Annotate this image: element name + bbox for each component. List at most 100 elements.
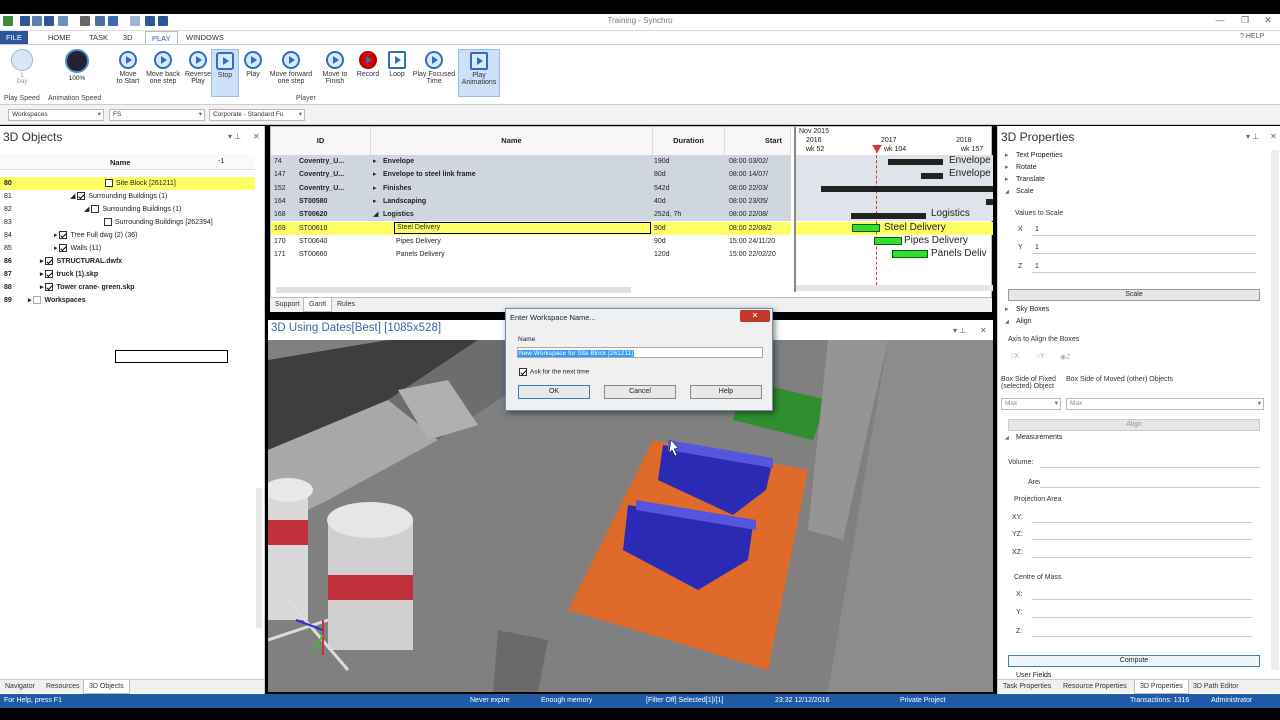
- start-column-header[interactable]: Start: [725, 127, 791, 155]
- cancel-button[interactable]: Cancel: [604, 385, 676, 399]
- steel-delivery-bar[interactable]: [852, 224, 880, 232]
- profile-combo[interactable]: Corporate - Standard Fu: [209, 109, 305, 121]
- logistics-bar[interactable]: [851, 213, 926, 219]
- tab-task[interactable]: TASK: [83, 31, 114, 44]
- id-column-header[interactable]: ID: [271, 127, 371, 155]
- workspace-name-input[interactable]: New Workspace for Site Block [261211]: [517, 347, 763, 358]
- tab-navigator[interactable]: Navigator: [0, 680, 40, 694]
- pin-icon[interactable]: ▾ ⊥: [228, 132, 241, 141]
- objects-scrollbar[interactable]: [256, 488, 262, 628]
- tab-home[interactable]: HOME: [42, 31, 77, 44]
- section-text-properties[interactable]: Text Properties: [1005, 150, 1063, 162]
- workspaces-combo[interactable]: Workspaces: [8, 109, 104, 121]
- checkbox[interactable]: [59, 244, 68, 253]
- checkbox[interactable]: [104, 218, 112, 227]
- restore-button[interactable]: ❐: [1237, 15, 1253, 29]
- tab-3d[interactable]: 3D: [117, 31, 139, 44]
- section-rotate[interactable]: Rotate: [1005, 162, 1036, 174]
- table-row[interactable]: 171 ST00660 Panels Delivery 120d 15:00 22/02…: [271, 248, 791, 261]
- fixed-side-select[interactable]: Max: [1001, 398, 1061, 410]
- envelope-link-bar[interactable]: [921, 173, 943, 179]
- tab-3d-objects[interactable]: 3D Objects: [83, 680, 130, 694]
- section-sky-boxes[interactable]: Sky Boxes: [1005, 304, 1049, 316]
- play-button[interactable]: Play: [240, 49, 266, 97]
- tab-task-properties[interactable]: Task Properties: [998, 680, 1056, 694]
- ask-next-time-checkbox[interactable]: [519, 368, 527, 376]
- tree-row[interactable]: 89 ▸ Workspaces: [0, 294, 255, 307]
- tab-resources[interactable]: Resources: [41, 680, 84, 694]
- finishes-bar[interactable]: [821, 186, 993, 192]
- compute-button[interactable]: Compute: [1008, 655, 1260, 667]
- move-to-start-button[interactable]: Move to Start: [110, 49, 146, 97]
- loop-button[interactable]: Loop: [384, 49, 410, 97]
- minimize-button[interactable]: —: [1212, 15, 1228, 29]
- table-row[interactable]: 147 Coventry_U... ▸ Envelope to steel link …: [271, 168, 791, 182]
- play-focused-time-button[interactable]: Play Focused Time: [411, 49, 457, 97]
- tree-row[interactable]: 86 ▸ STRUCTURAL.dwfx: [0, 255, 255, 268]
- tab-gantt[interactable]: Gantt: [303, 298, 333, 312]
- tab-support[interactable]: Support: [270, 298, 305, 312]
- envelope-bar[interactable]: [888, 159, 943, 165]
- table-row[interactable]: 74 Coventry_U... ▸ Envelope 190d 08:00 03/02/: [271, 155, 791, 169]
- checkbox[interactable]: [45, 283, 54, 292]
- pipes-delivery-bar[interactable]: [874, 237, 902, 245]
- tab-resource-properties[interactable]: Resource Properties: [1058, 680, 1132, 694]
- panels-delivery-bar[interactable]: [892, 250, 928, 258]
- name-column-header[interactable]: Name: [371, 127, 653, 155]
- section-translate[interactable]: Translate: [1005, 174, 1045, 186]
- tree-row[interactable]: 80 Site Block [261211]: [0, 177, 255, 190]
- tab-windows[interactable]: WINDOWS: [180, 31, 230, 44]
- section-scale[interactable]: Scale: [1005, 186, 1033, 198]
- tree-row[interactable]: 82 ◢ Surrounding Buildings (1): [0, 203, 255, 216]
- tree-row[interactable]: 83 Surrounding Buildings [262394]: [0, 216, 255, 229]
- checkbox[interactable]: [105, 179, 113, 188]
- tree-row[interactable]: 85 ▸ Walls (11): [0, 242, 255, 255]
- tree-row[interactable]: 84 ▸ Tree Full dwg (2) (36): [0, 229, 255, 242]
- section-align[interactable]: Align: [1005, 316, 1031, 328]
- properties-scrollbar[interactable]: [1271, 150, 1279, 670]
- move-to-finish-button[interactable]: Move to Finish: [317, 49, 353, 97]
- ok-button[interactable]: OK: [518, 385, 590, 399]
- section-measurements[interactable]: Measurements: [1005, 432, 1062, 444]
- tab-play[interactable]: PLAY: [145, 31, 178, 44]
- record-button[interactable]: Record: [352, 49, 384, 97]
- tab-3d-path-editor[interactable]: 3D Path Editor: [1188, 680, 1244, 694]
- checkbox[interactable]: [91, 205, 100, 214]
- scale-z-input[interactable]: 1: [1032, 261, 1256, 273]
- scale-x-input[interactable]: 1: [1032, 224, 1256, 236]
- tree-row[interactable]: 88 ▸ Tower crane- green.skp: [0, 281, 255, 294]
- play-animations-button[interactable]: Play Animations: [458, 49, 500, 97]
- move-back-step-button[interactable]: Move back one step: [143, 49, 183, 97]
- table-row[interactable]: 170 ST00640 Pipes Delivery 90d 15:00 24/11/2…: [271, 235, 791, 248]
- help-link[interactable]: ? HELP: [1240, 33, 1264, 40]
- checkbox[interactable]: [77, 192, 86, 201]
- move-forward-step-button[interactable]: Move forward one step: [267, 49, 315, 97]
- name-column-header[interactable]: Name: [110, 158, 130, 167]
- scale-button[interactable]: Scale: [1008, 289, 1260, 301]
- play-speed-control[interactable]: 1 Day: [6, 49, 38, 85]
- rename-edit-box[interactable]: [115, 350, 228, 363]
- tree-row[interactable]: 87 ▸ truck (1).skp: [0, 268, 255, 281]
- table-row[interactable]: 169 ST00610 Steel Delivery 90d 08:00 22/08/2: [271, 221, 791, 235]
- stop-button[interactable]: Stop: [211, 49, 239, 97]
- scale-y-input[interactable]: 1: [1032, 242, 1256, 254]
- filter-combo[interactable]: FS: [109, 109, 205, 121]
- checkbox[interactable]: [33, 296, 42, 305]
- landscaping-bar[interactable]: [986, 199, 993, 205]
- view-pin-icon[interactable]: ▾ ⊥: [953, 326, 966, 335]
- axis-x-radio[interactable]: ○X: [1010, 353, 1019, 360]
- tab-3d-properties[interactable]: 3D Properties: [1134, 680, 1189, 694]
- section-user-fields[interactable]: User Fields: [1016, 670, 1051, 678]
- timeline-scrollbar[interactable]: [796, 285, 993, 291]
- panel-close-icon[interactable]: ✕: [253, 132, 260, 141]
- help-button[interactable]: Help: [690, 385, 762, 399]
- tab-rules[interactable]: Rules: [332, 298, 360, 312]
- checkbox[interactable]: [59, 231, 68, 240]
- axis-y-radio[interactable]: ○Y: [1036, 353, 1045, 360]
- ask-next-time-option[interactable]: Ask for the next time: [519, 368, 589, 376]
- table-row[interactable]: 152 Coventry_U... ▸ Finishes 542d 08:00 22/03…: [271, 181, 791, 195]
- properties-pin-icon[interactable]: ▾ ⊥: [1246, 132, 1259, 141]
- axis-z-radio[interactable]: ◉Z: [1060, 353, 1070, 361]
- view-close-icon[interactable]: ✕: [980, 326, 987, 335]
- table-row[interactable]: 168 ST00620 ◢ Logistics 252d, 7h 08:00 22/08/: [271, 208, 791, 222]
